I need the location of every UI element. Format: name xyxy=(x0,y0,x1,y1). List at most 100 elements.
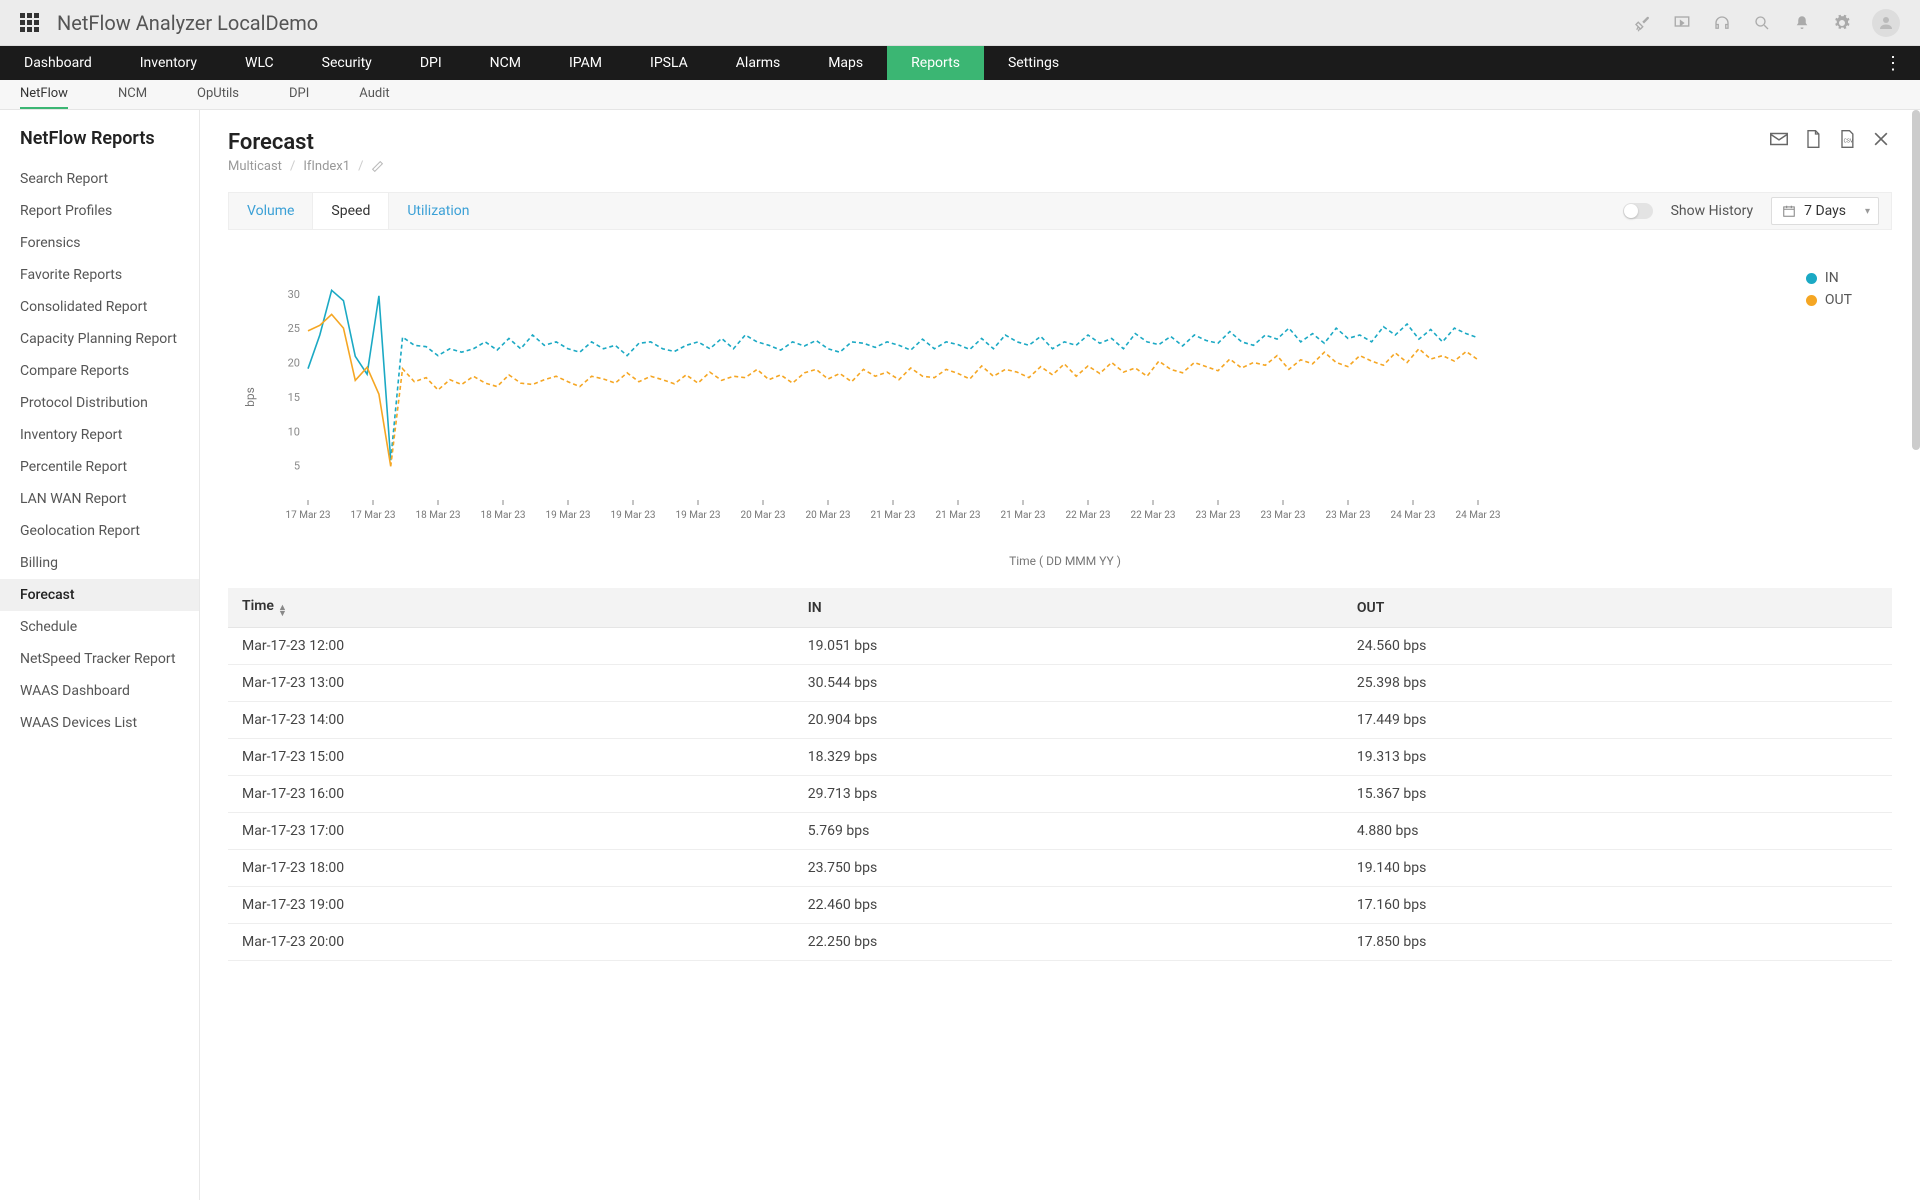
table-row: Mar-17-23 14:0020.904 bps17.449 bps xyxy=(228,702,1892,739)
sidebar-item-schedule[interactable]: Schedule xyxy=(0,611,199,643)
edit-icon[interactable] xyxy=(371,160,384,173)
svg-text:25: 25 xyxy=(288,322,300,335)
bell-icon[interactable] xyxy=(1792,13,1812,33)
nav-tab-alarms[interactable]: Alarms xyxy=(712,46,804,80)
filter-tab-volume[interactable]: Volume xyxy=(229,193,312,229)
legend-item-out[interactable]: OUT xyxy=(1806,292,1852,308)
sidebar-item-lan-wan-report[interactable]: LAN WAN Report xyxy=(0,483,199,515)
table-row: Mar-17-23 12:0019.051 bps24.560 bps xyxy=(228,628,1892,665)
nav-tab-security[interactable]: Security xyxy=(298,46,396,80)
user-avatar[interactable] xyxy=(1872,9,1900,37)
gear-icon[interactable] xyxy=(1832,13,1852,33)
rocket-icon[interactable] xyxy=(1632,13,1652,33)
table-row: Mar-17-23 13:0030.544 bps25.398 bps xyxy=(228,665,1892,702)
column-header-in[interactable]: IN xyxy=(794,588,1343,628)
main-content: Forecast Multicast / IfIndex1 / CSV Volu… xyxy=(200,110,1920,1200)
sub-tab-ncm[interactable]: NCM xyxy=(118,80,147,109)
svg-text:CSV: CSV xyxy=(1844,138,1854,144)
sub-tab-audit[interactable]: Audit xyxy=(359,80,389,109)
sidebar-item-forensics[interactable]: Forensics xyxy=(0,227,199,259)
close-icon[interactable] xyxy=(1870,128,1892,150)
show-history-label: Show History xyxy=(1671,203,1754,219)
sidebar-item-consolidated-report[interactable]: Consolidated Report xyxy=(0,291,199,323)
app-title: NetFlow Analyzer LocalDemo xyxy=(57,11,318,35)
svg-text:23 Mar 23: 23 Mar 23 xyxy=(1261,510,1306,521)
nav-tab-inventory[interactable]: Inventory xyxy=(116,46,221,80)
sidebar-item-inventory-report[interactable]: Inventory Report xyxy=(0,419,199,451)
filter-tab-speed[interactable]: Speed xyxy=(312,193,389,229)
nav-tab-ncm[interactable]: NCM xyxy=(466,46,545,80)
chart-legend: IN OUT xyxy=(1806,270,1852,314)
svg-text:30: 30 xyxy=(288,288,300,301)
column-header-time[interactable]: Time▲▼ xyxy=(228,588,794,628)
chart-xlabel: Time ( DD MMM YY ) xyxy=(268,554,1862,568)
sidebar-item-compare-reports[interactable]: Compare Reports xyxy=(0,355,199,387)
svg-text:20 Mar 23: 20 Mar 23 xyxy=(741,510,786,521)
calendar-icon xyxy=(1782,204,1796,218)
svg-text:5: 5 xyxy=(294,460,300,473)
nav-tab-maps[interactable]: Maps xyxy=(804,46,887,80)
page-actions: CSV xyxy=(1768,128,1892,150)
top-icons xyxy=(1632,9,1900,37)
main-nav: DashboardInventoryWLCSecurityDPINCMIPAMI… xyxy=(0,46,1920,80)
svg-text:17 Mar 23: 17 Mar 23 xyxy=(351,510,396,521)
sidebar-item-forecast[interactable]: Forecast xyxy=(0,579,199,611)
sidebar-item-waas-devices-list[interactable]: WAAS Devices List xyxy=(0,707,199,739)
sort-icon: ▲▼ xyxy=(278,605,287,617)
legend-item-in[interactable]: IN xyxy=(1806,270,1852,286)
breadcrumb-item[interactable]: Multicast xyxy=(228,159,282,174)
svg-text:21 Mar 23: 21 Mar 23 xyxy=(1001,510,1046,521)
sub-tab-netflow[interactable]: NetFlow xyxy=(20,80,68,109)
table-row: Mar-17-23 18:0023.750 bps19.140 bps xyxy=(228,850,1892,887)
svg-text:23 Mar 23: 23 Mar 23 xyxy=(1196,510,1241,521)
apps-grid-icon[interactable] xyxy=(20,13,39,32)
pdf-icon[interactable] xyxy=(1802,128,1824,150)
svg-text:19 Mar 23: 19 Mar 23 xyxy=(676,510,721,521)
period-select[interactable]: 7 Days xyxy=(1771,197,1879,225)
headset-icon[interactable] xyxy=(1712,13,1732,33)
nav-tab-settings[interactable]: Settings xyxy=(984,46,1083,80)
svg-text:15: 15 xyxy=(288,391,300,404)
search-icon[interactable] xyxy=(1752,13,1772,33)
breadcrumb-item[interactable]: IfIndex1 xyxy=(303,159,350,174)
email-icon[interactable] xyxy=(1768,128,1790,150)
column-header-out[interactable]: OUT xyxy=(1343,588,1892,628)
nav-tab-dpi[interactable]: DPI xyxy=(396,46,466,80)
sidebar-item-protocol-distribution[interactable]: Protocol Distribution xyxy=(0,387,199,419)
chart: bps IN OUT 5101520253017 Mar 2317 Mar 23… xyxy=(228,250,1892,578)
show-history-toggle[interactable] xyxy=(1623,203,1653,219)
nav-tab-ipsla[interactable]: IPSLA xyxy=(626,46,712,80)
svg-text:20: 20 xyxy=(288,357,300,370)
nav-tab-ipam[interactable]: IPAM xyxy=(545,46,626,80)
csv-icon[interactable]: CSV xyxy=(1836,128,1858,150)
svg-text:24 Mar 23: 24 Mar 23 xyxy=(1456,510,1501,521)
svg-text:24 Mar 23: 24 Mar 23 xyxy=(1391,510,1436,521)
sidebar-item-capacity-planning-report[interactable]: Capacity Planning Report xyxy=(0,323,199,355)
table-row: Mar-17-23 20:0022.250 bps17.850 bps xyxy=(228,924,1892,961)
sidebar-item-netspeed-tracker-report[interactable]: NetSpeed Tracker Report xyxy=(0,643,199,675)
svg-text:20 Mar 23: 20 Mar 23 xyxy=(806,510,851,521)
period-value: 7 Days xyxy=(1804,203,1846,219)
nav-tab-reports[interactable]: Reports xyxy=(887,46,984,80)
nav-tab-wlc[interactable]: WLC xyxy=(221,46,298,80)
sidebar-title: NetFlow Reports xyxy=(0,128,199,163)
sidebar-item-waas-dashboard[interactable]: WAAS Dashboard xyxy=(0,675,199,707)
sub-tab-dpi[interactable]: DPI xyxy=(289,80,309,109)
presentation-icon[interactable] xyxy=(1672,13,1692,33)
svg-text:18 Mar 23: 18 Mar 23 xyxy=(481,510,526,521)
sidebar-item-search-report[interactable]: Search Report xyxy=(0,163,199,195)
sidebar-item-favorite-reports[interactable]: Favorite Reports xyxy=(0,259,199,291)
sidebar-item-billing[interactable]: Billing xyxy=(0,547,199,579)
sidebar-item-percentile-report[interactable]: Percentile Report xyxy=(0,451,199,483)
nav-more-icon[interactable]: ⋮ xyxy=(1866,46,1920,80)
sub-tab-oputils[interactable]: OpUtils xyxy=(197,80,239,109)
nav-tab-dashboard[interactable]: Dashboard xyxy=(0,46,116,80)
page-title: Forecast xyxy=(228,130,1892,155)
table-row: Mar-17-23 15:0018.329 bps19.313 bps xyxy=(228,739,1892,776)
filter-tab-utilization[interactable]: Utilization xyxy=(389,193,487,229)
scrollbar-thumb[interactable] xyxy=(1912,110,1920,450)
sidebar-item-report-profiles[interactable]: Report Profiles xyxy=(0,195,199,227)
svg-text:17 Mar 23: 17 Mar 23 xyxy=(286,510,331,521)
filter-bar: VolumeSpeedUtilization Show History 7 Da… xyxy=(228,192,1892,230)
sidebar-item-geolocation-report[interactable]: Geolocation Report xyxy=(0,515,199,547)
